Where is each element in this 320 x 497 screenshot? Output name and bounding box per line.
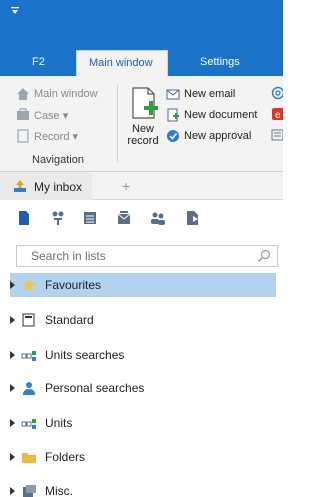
list-view-icon[interactable] [271,128,283,142]
my-inbox-label: My inbox [34,180,83,194]
search-input[interactable] [17,246,247,266]
tab-main-window[interactable]: Main window [89,57,153,69]
expand-arrow-icon[interactable] [10,487,15,495]
new-email-button[interactable]: New email [166,87,235,101]
add-tab-button[interactable]: + [122,178,130,194]
tree-item-personal-searches[interactable]: Personal searches [10,376,276,400]
expand-arrow-icon[interactable] [10,351,15,359]
tab-f2[interactable]: F2 [32,56,45,68]
tree-label-folders: Folders [45,450,86,464]
mail-stack-icon[interactable] [116,210,132,226]
new-document-icon[interactable] [16,210,32,226]
search-icon[interactable] [257,249,271,263]
tree-label-favourites: Favourites [45,278,102,292]
tree-label-standard: Standard [45,313,94,327]
email-icon [166,89,180,100]
navigation-group-label: Navigation [32,154,84,166]
new-document-button[interactable]: New document [166,108,257,122]
folder-icon [22,453,36,463]
tree-label-units: Units [45,416,73,430]
expand-arrow-icon[interactable] [10,453,15,461]
new-document-label: New document [184,109,258,121]
tree-label-personal-searches: Personal searches [45,381,145,395]
expand-arrow-icon[interactable] [10,281,15,289]
at-sign-icon[interactable] [271,86,283,100]
tree-label-units-searches: Units searches [45,348,125,362]
record-icon [17,129,29,143]
tree-item-units[interactable]: Units [10,411,276,435]
tree-item-standard[interactable]: Standard [10,308,276,332]
ribbon-separator [117,84,118,162]
people-icon[interactable] [150,210,166,226]
person-icon [23,382,35,395]
record-button[interactable]: Record ▾ [16,129,78,143]
tree-item-favourites[interactable]: Favourites [10,273,276,297]
expand-arrow-icon[interactable] [10,419,15,427]
units-icon [21,351,36,361]
inbox-toolbar [0,200,283,238]
tree-item-units-searches[interactable]: Units searches [10,343,276,367]
new-email-label: New email [184,88,236,100]
tab-settings[interactable]: Settings [200,56,240,68]
quick-access-dropdown-icon[interactable] [10,6,20,16]
new-approval-label: New approval [184,130,252,142]
new-record-icon [132,87,158,119]
record-label: Record ▾ [34,130,79,143]
file-icon[interactable] [184,210,200,226]
red-app-icon[interactable]: e [271,107,283,121]
list-icon[interactable] [82,210,98,226]
case-label: Case ▾ [34,109,69,122]
title-bar [0,0,283,52]
star-icon [22,278,36,292]
expand-arrow-icon[interactable] [10,384,15,392]
inbox-icon [14,180,26,192]
case-button[interactable]: Case ▾ [16,108,68,122]
new-approval-button[interactable]: New approval [166,129,251,143]
tree-label-misc: Misc. [45,484,73,497]
tree-item-folders[interactable]: Folders [10,445,276,469]
home-icon [17,88,29,100]
document-icon [167,108,179,122]
tree-item-misc[interactable]: Misc. [10,479,276,497]
approval-icon [167,130,179,142]
expand-arrow-icon[interactable] [10,316,15,324]
misc-icon [23,485,36,497]
main-window-label: Main window [34,88,98,100]
main-window-button[interactable]: Main window [16,87,98,101]
units-icon [21,419,36,429]
list-box-icon [22,313,35,327]
new-record-label: New record [127,123,159,147]
org-tree-icon[interactable] [50,210,66,226]
svg-text:e: e [275,110,281,121]
search-box [16,245,278,267]
case-icon [17,108,29,120]
